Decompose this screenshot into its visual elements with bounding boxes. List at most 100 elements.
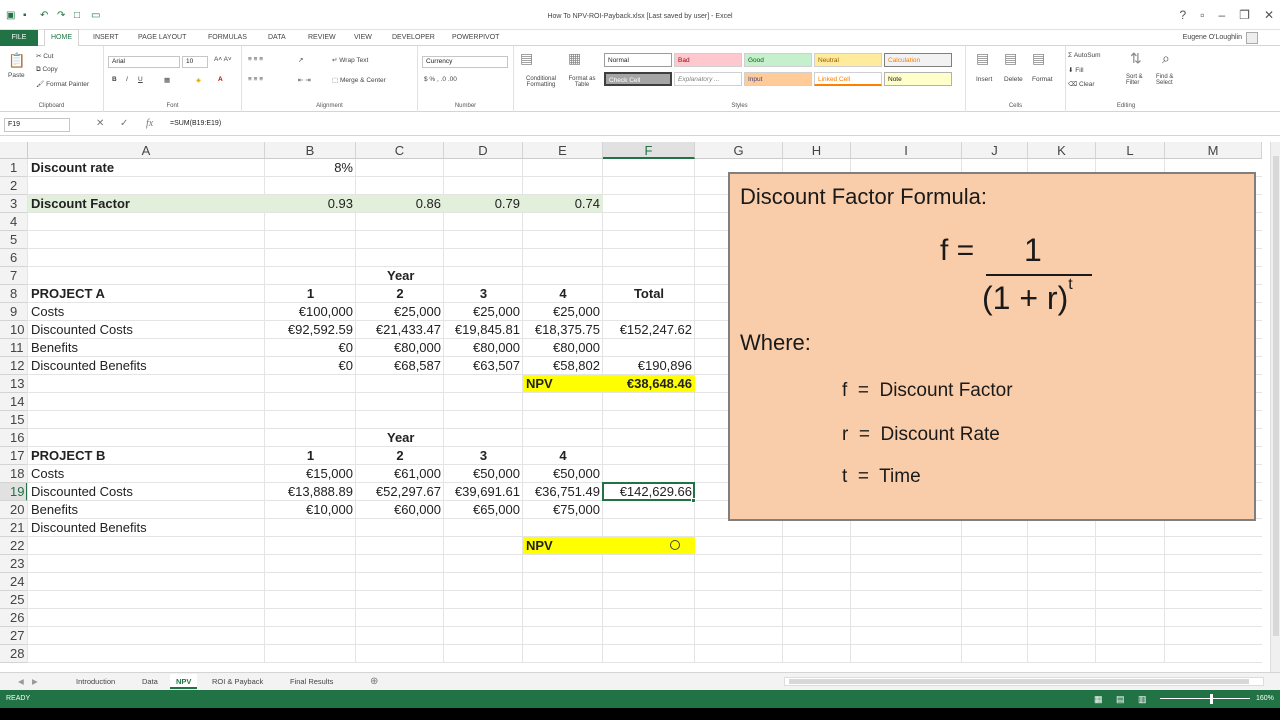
column-header-l[interactable]: L — [1096, 142, 1165, 159]
cell-b9[interactable]: €100,000 — [265, 303, 356, 321]
clear-button[interactable]: ⌫ Clear — [1068, 80, 1095, 88]
column-header-k[interactable]: K — [1028, 142, 1096, 159]
cell-d20[interactable]: €65,000 — [444, 501, 523, 519]
align-left-icon[interactable]: ≡ ≡ ≡ — [248, 76, 263, 83]
row-header-12[interactable]: 12 — [0, 357, 28, 375]
cell-a19[interactable]: Discounted Costs — [28, 483, 265, 501]
row-header-6[interactable]: 6 — [0, 249, 28, 267]
cell-a8[interactable]: PROJECT A — [28, 285, 265, 303]
row-header-21[interactable]: 21 — [0, 519, 28, 537]
tab-developer[interactable]: DEVELOPER — [392, 30, 435, 46]
cell-e10[interactable]: €18,375.75 — [523, 321, 603, 339]
horizontal-scrollbar[interactable] — [784, 677, 1264, 686]
page-break-view-icon[interactable]: ▥ — [1138, 690, 1147, 708]
sort-filter-button[interactable]: Sort & Filter — [1126, 74, 1156, 86]
row-header-25[interactable]: 25 — [0, 591, 28, 609]
sheet-tab-final-results[interactable]: Final Results — [290, 674, 333, 689]
row-header-2[interactable]: 2 — [0, 177, 28, 195]
style-normal[interactable]: Normal — [604, 53, 672, 67]
vertical-scrollbar[interactable] — [1270, 142, 1280, 672]
align-top-icon[interactable]: ≡ ≡ ≡ — [248, 56, 263, 63]
cell-e9[interactable]: €25,000 — [523, 303, 603, 321]
orientation-icon[interactable]: ↗ — [298, 56, 303, 64]
column-header-h[interactable]: H — [783, 142, 851, 159]
cell-a18[interactable]: Costs — [28, 465, 265, 483]
cell-d3[interactable]: 0.79 — [444, 195, 523, 213]
autosum-button[interactable]: Σ AutoSum — [1068, 52, 1101, 59]
cell-c18[interactable]: €61,000 — [356, 465, 444, 483]
style-check-cell[interactable]: Check Cell — [604, 72, 672, 86]
tab-data[interactable]: DATA — [268, 30, 286, 46]
cell-b1[interactable]: 8% — [265, 159, 356, 177]
style-calculation[interactable]: Calculation — [884, 53, 952, 67]
format-cells-button[interactable]: Format — [1032, 76, 1053, 83]
cell-a17[interactable]: PROJECT B — [28, 447, 265, 465]
row-header-9[interactable]: 9 — [0, 303, 28, 321]
cell-e13[interactable]: NPV — [523, 375, 603, 393]
tab-formulas[interactable]: FORMULAS — [208, 30, 247, 46]
cell-c20[interactable]: €60,000 — [356, 501, 444, 519]
cell-e22[interactable]: NPV — [523, 537, 603, 555]
cell-d9[interactable]: €25,000 — [444, 303, 523, 321]
fill-handle[interactable] — [691, 498, 696, 503]
row-header-11[interactable]: 11 — [0, 339, 28, 357]
row-header-14[interactable]: 14 — [0, 393, 28, 411]
cell-a11[interactable]: Benefits — [28, 339, 265, 357]
normal-view-icon[interactable]: ▦ — [1094, 690, 1103, 708]
column-header-i[interactable]: I — [851, 142, 962, 159]
paste-button[interactable]: Paste — [8, 72, 25, 79]
style-explanatory[interactable]: Explanatory ... — [674, 72, 742, 86]
column-header-f[interactable]: F — [603, 142, 695, 159]
cell-c11[interactable]: €80,000 — [356, 339, 444, 357]
formula-input[interactable]: =SUM(B19:E19) — [170, 118, 221, 130]
delete-cells-button[interactable]: Delete — [1004, 76, 1023, 83]
cell-a1[interactable]: Discount rate — [28, 159, 265, 177]
column-header-j[interactable]: J — [962, 142, 1028, 159]
new-sheet-icon[interactable]: ⊕ — [370, 674, 378, 689]
row-header-17[interactable]: 17 — [0, 447, 28, 465]
cell-d8[interactable]: 3 — [444, 285, 523, 303]
discount-factor-formula-box[interactable]: Discount Factor Formula: f = 1 (1 + r)t … — [728, 172, 1256, 521]
row-header-19[interactable]: 19 — [0, 483, 28, 501]
row-header-3[interactable]: 3 — [0, 195, 28, 213]
zoom-slider-handle[interactable] — [1210, 694, 1213, 704]
name-box[interactable]: F19 — [4, 118, 70, 132]
cell-a9[interactable]: Costs — [28, 303, 265, 321]
cell-e17[interactable]: 4 — [523, 447, 603, 465]
cell-c10[interactable]: €21,433.47 — [356, 321, 444, 339]
sheet-tab-data[interactable]: Data — [142, 674, 158, 689]
zoom-slider[interactable] — [1160, 698, 1250, 699]
select-all-corner[interactable] — [0, 142, 28, 159]
sheet-tab-roi-payback[interactable]: ROI & Payback — [212, 674, 263, 689]
restore-icon[interactable]: ❐ — [1239, 8, 1250, 22]
sheet-tab-introduction[interactable]: Introduction — [76, 674, 115, 689]
row-header-24[interactable]: 24 — [0, 573, 28, 591]
cell-c12[interactable]: €68,587 — [356, 357, 444, 375]
insert-cells-button[interactable]: Insert — [976, 76, 992, 83]
cell-d18[interactable]: €50,000 — [444, 465, 523, 483]
font-grow-icon[interactable]: A˄ A˅ — [214, 56, 232, 63]
format-as-table-button[interactable]: Format as Table — [564, 76, 600, 88]
column-header-e[interactable]: E — [523, 142, 603, 159]
tab-file[interactable]: FILE — [0, 30, 38, 46]
column-header-d[interactable]: D — [444, 142, 523, 159]
help-icon[interactable]: ? — [1180, 8, 1187, 22]
cell-e12[interactable]: €58,802 — [523, 357, 603, 375]
cell-b20[interactable]: €10,000 — [265, 501, 356, 519]
avatar[interactable] — [1246, 32, 1258, 44]
cell-c8[interactable]: 2 — [356, 285, 444, 303]
account-name[interactable]: Eugene O'Loughlin — [1183, 34, 1242, 41]
prev-sheet-icon[interactable]: ◀ — [18, 674, 24, 689]
row-header-15[interactable]: 15 — [0, 411, 28, 429]
confirm-entry-icon[interactable]: ✓ — [120, 118, 128, 129]
borders-icon[interactable]: ▦ — [164, 76, 170, 84]
cell-f12[interactable]: €190,896 — [603, 357, 695, 375]
indent-icon[interactable]: ⇤ ⇥ — [298, 76, 311, 84]
zoom-level[interactable]: 160% — [1256, 690, 1274, 708]
cell-d12[interactable]: €63,507 — [444, 357, 523, 375]
cell-c9[interactable]: €25,000 — [356, 303, 444, 321]
cell-f10[interactable]: €152,247.62 — [603, 321, 695, 339]
accounting-icon[interactable]: $ % , .0 .00 — [424, 76, 457, 83]
merge-center-button[interactable]: ⬚ Merge & Center — [332, 76, 386, 84]
cell-b19[interactable]: €13,888.89 — [265, 483, 356, 501]
